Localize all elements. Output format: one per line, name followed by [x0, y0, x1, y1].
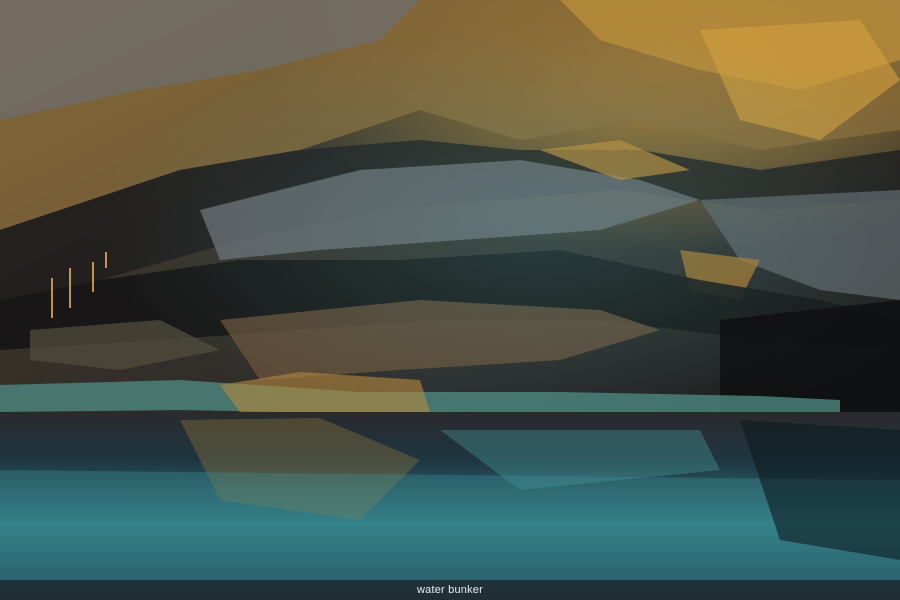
caption-bar: water bunker — [0, 580, 900, 600]
cave-photo — [0, 0, 900, 600]
cave-photo-scene: water bunker — [0, 0, 900, 600]
caption-text: water bunker — [417, 584, 483, 596]
